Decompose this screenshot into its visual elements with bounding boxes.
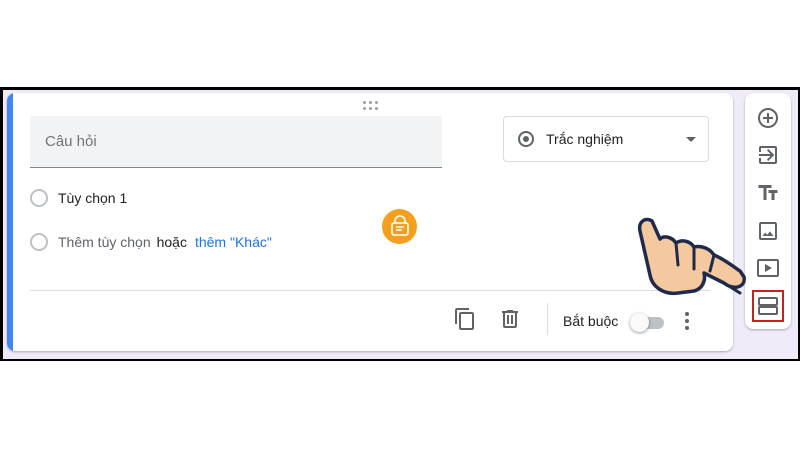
add-image-icon[interactable] xyxy=(756,219,780,243)
question-type-label: Trắc nghiệm xyxy=(546,131,624,147)
more-options-icon[interactable] xyxy=(683,309,691,333)
duplicate-icon[interactable] xyxy=(453,307,477,331)
add-question-icon[interactable] xyxy=(756,106,780,130)
footer-separator xyxy=(547,303,548,335)
question-placeholder: Câu hỏi xyxy=(45,133,97,150)
radio-empty-icon xyxy=(30,189,48,207)
floating-toolbar xyxy=(745,93,791,329)
drag-handle-icon[interactable] xyxy=(363,101,379,111)
question-type-dropdown[interactable]: Trắc nghiệm xyxy=(503,116,709,162)
add-option-row[interactable]: Thêm tùy chọn hoặc thêm "Khác" xyxy=(30,233,272,251)
caret-down-icon xyxy=(686,136,696,142)
pointing-hand-icon xyxy=(637,217,746,296)
question-title-input[interactable]: Câu hỏi xyxy=(30,116,442,168)
add-title-icon[interactable] xyxy=(756,181,780,205)
or-text: hoặc xyxy=(156,234,187,250)
delete-icon[interactable] xyxy=(498,307,522,331)
import-questions-icon[interactable] xyxy=(756,143,780,167)
option-1-label[interactable]: Tùy chọn 1 xyxy=(58,190,127,206)
radio-button-icon xyxy=(518,131,534,147)
add-option-button[interactable]: Thêm tùy chọn xyxy=(58,234,151,250)
option-row-1[interactable]: Tùy chọn 1 xyxy=(30,189,127,207)
required-toggle[interactable] xyxy=(630,312,666,332)
required-label: Bắt buộc xyxy=(563,313,619,329)
toggle-thumb xyxy=(630,313,649,332)
active-card-indicator xyxy=(7,93,13,351)
footer-divider xyxy=(30,290,710,291)
add-section-icon[interactable] xyxy=(752,290,784,322)
question-card[interactable]: Câu hỏi Trắc nghiệm Tùy chọn 1 Thêm tùy … xyxy=(7,93,733,351)
add-video-icon[interactable] xyxy=(756,256,780,280)
radio-empty-icon xyxy=(30,233,48,251)
add-other-button[interactable]: thêm "Khác" xyxy=(195,234,272,250)
watermark-logo-icon xyxy=(382,209,417,244)
